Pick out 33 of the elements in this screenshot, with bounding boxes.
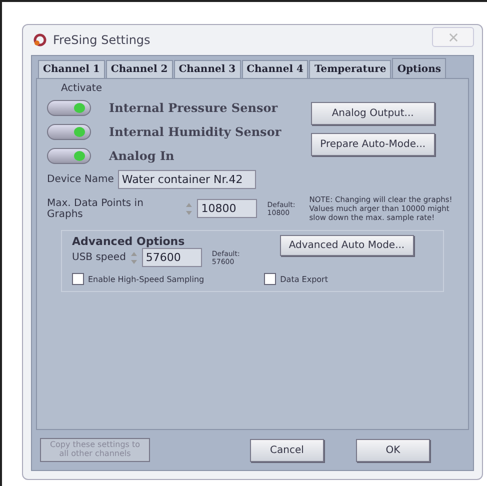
checkbox[interactable] (72, 273, 84, 285)
advanced-auto-mode-button[interactable]: Advanced Auto Mode... (280, 235, 414, 256)
checkbox-label: Enable High-Speed Sampling (88, 274, 204, 284)
sensor-label: Internal Humidity Sensor (109, 125, 282, 139)
checkbox[interactable] (264, 273, 276, 285)
close-icon (448, 32, 458, 42)
activate-label: Activate (61, 83, 103, 94)
window-title: FreSing Settings (53, 33, 150, 47)
max-points-label: Max. Data Points in Graphs (47, 198, 144, 220)
tab[interactable]: Channel 3 (174, 60, 241, 78)
tab[interactable]: Channel 4 (242, 60, 308, 78)
toggle-switch[interactable] (47, 124, 91, 140)
toggle-switch[interactable] (47, 148, 91, 164)
usb-speed-field[interactable]: 57600 (142, 248, 202, 267)
sensor-label: Internal Pressure Sensor (109, 101, 278, 115)
tab[interactable]: Channel 1 (38, 60, 105, 78)
max-points-field[interactable]: 10800 (197, 199, 258, 218)
app-icon (33, 33, 47, 47)
tab[interactable]: Channel 2 (106, 60, 173, 78)
sensor-label: Analog In (109, 149, 174, 163)
close-button[interactable] (432, 27, 474, 47)
tab[interactable]: Temperature (309, 60, 392, 78)
usb-speed-label: USB speed (72, 252, 126, 263)
side-button[interactable]: Prepare Auto-Mode... (311, 133, 435, 156)
dialog-button[interactable]: Cancel (250, 438, 324, 462)
device-name-label: Device Name (47, 174, 114, 185)
dialog-button[interactable]: OK (356, 438, 430, 462)
side-button[interactable]: Analog Output... (311, 102, 435, 125)
group-title: Advanced Options (72, 235, 185, 248)
device-name-field[interactable]: Water container Nr.42 (118, 170, 256, 189)
checkbox-label: Data Export (280, 274, 328, 284)
tab[interactable]: Options (392, 58, 446, 78)
toggle-switch[interactable] (47, 100, 91, 116)
